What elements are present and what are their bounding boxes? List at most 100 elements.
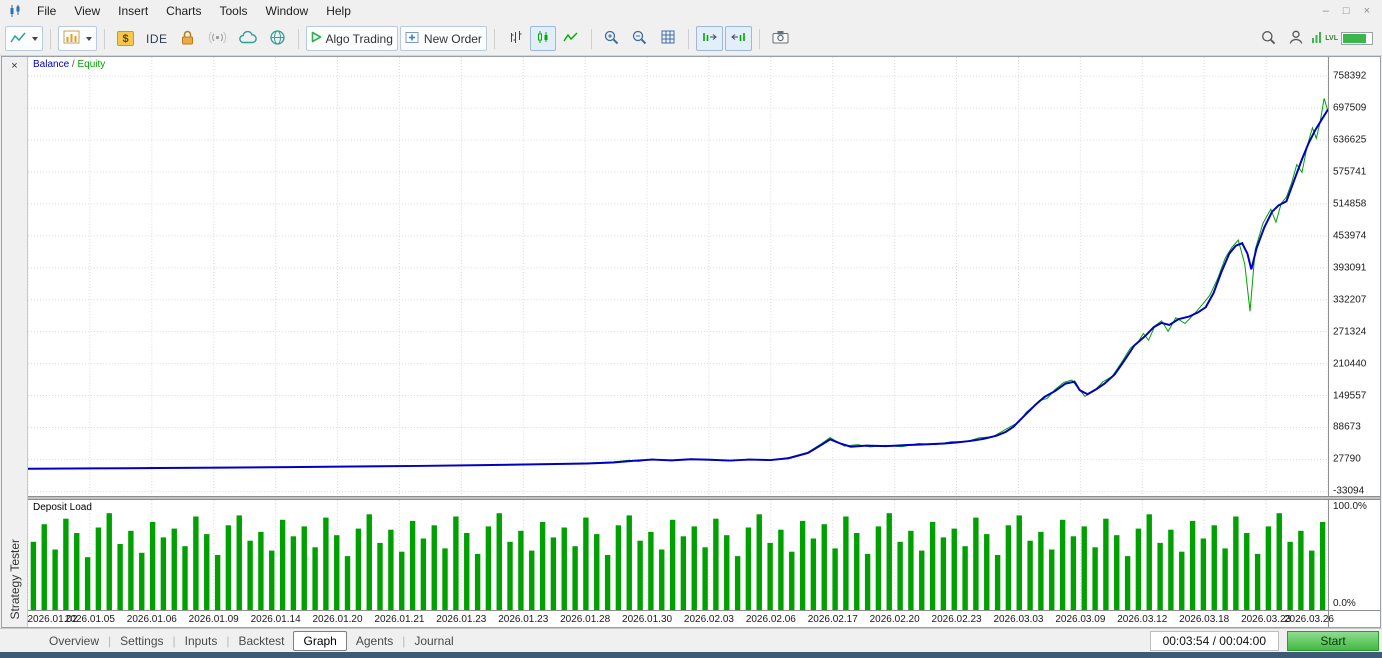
tab-graph[interactable]: Graph bbox=[293, 630, 347, 651]
auto-scroll-button[interactable] bbox=[695, 26, 723, 51]
tester-graph-area: Balance / Equity 758392 697509 636625 57574… bbox=[27, 57, 1380, 627]
x-axis-label: 2026.02.06 bbox=[745, 614, 796, 625]
deposit-bars bbox=[30, 513, 1326, 610]
legend-balance: Balance bbox=[33, 59, 70, 70]
ide-label: IDE bbox=[146, 31, 168, 46]
line-chart-icon bbox=[563, 31, 578, 47]
cloud-button[interactable] bbox=[234, 26, 262, 51]
lock-button[interactable] bbox=[175, 26, 201, 51]
tester-left-strip: × Strategy Tester bbox=[2, 57, 28, 627]
toolbar-separator bbox=[687, 28, 689, 49]
metaeditor-ide-button[interactable]: IDE bbox=[141, 26, 173, 51]
toolbar-separator bbox=[493, 28, 495, 49]
candlestick-mode-button[interactable] bbox=[529, 26, 556, 51]
x-axis-label: 2026.01.14 bbox=[250, 614, 301, 625]
toolbar-separator bbox=[758, 28, 760, 49]
menu-help[interactable]: Help bbox=[317, 2, 360, 20]
menu-charts[interactable]: Charts bbox=[157, 2, 210, 20]
broadcast-icon bbox=[208, 31, 227, 47]
x-axis-label: 2026.01.23 bbox=[436, 614, 487, 625]
chevron-down-icon bbox=[86, 36, 92, 41]
start-button[interactable]: Start bbox=[1287, 630, 1379, 651]
tester-close-button[interactable]: × bbox=[2, 57, 27, 75]
deposit-y-axis: 100.0% 0.0% bbox=[1328, 500, 1380, 610]
x-axis-label: 2026.03.18 bbox=[1179, 614, 1230, 625]
x-axis-label: 2026.03.09 bbox=[1055, 614, 1106, 625]
menu-insert[interactable]: Insert bbox=[109, 2, 157, 20]
balance-line bbox=[28, 108, 1328, 470]
zoom-in-button[interactable] bbox=[599, 26, 625, 51]
zoom-in-icon bbox=[604, 30, 619, 48]
search-button[interactable] bbox=[1255, 26, 1281, 51]
y-axis-label: 332207 bbox=[1333, 294, 1367, 306]
window-controls: – □ × bbox=[1323, 5, 1378, 17]
metatrader-window: File View Insert Charts Tools Window Hel… bbox=[0, 0, 1382, 658]
y-axis-label: 88673 bbox=[1333, 421, 1361, 433]
menu-window[interactable]: Window bbox=[257, 2, 318, 20]
tester-status-area: 00:03:54 / 00:04:00 Start bbox=[1149, 630, 1382, 651]
equity-chart-panel[interactable]: Balance / Equity bbox=[28, 57, 1328, 496]
y-axis-label: 575741 bbox=[1333, 166, 1367, 178]
x-axis-label: 2026.01.20 bbox=[312, 614, 363, 625]
x-axis-label: 2026.02.23 bbox=[931, 614, 982, 625]
tab-backtest[interactable]: Backtest bbox=[229, 632, 293, 650]
connection-level-meter[interactable]: LVL bbox=[1311, 30, 1377, 48]
menu-tools[interactable]: Tools bbox=[211, 2, 257, 20]
chart-template-icon bbox=[63, 30, 80, 47]
signal-bars-icon bbox=[1311, 30, 1322, 48]
deposit-grid-lines bbox=[28, 500, 1328, 610]
chart-template-button[interactable] bbox=[58, 26, 97, 51]
tab-settings[interactable]: Settings bbox=[111, 632, 172, 650]
dollar-icon: $ bbox=[117, 31, 134, 46]
toolbar-separator bbox=[297, 28, 299, 49]
profile-button[interactable] bbox=[1283, 26, 1309, 51]
close-button[interactable]: × bbox=[1364, 5, 1370, 17]
x-axis-label: 2026.01.21 bbox=[374, 614, 425, 625]
chart-grid-lines bbox=[28, 57, 1328, 496]
tab-inputs[interactable]: Inputs bbox=[176, 632, 227, 650]
zoom-out-icon bbox=[632, 30, 647, 48]
y-axis-label: -33094 bbox=[1333, 485, 1365, 497]
level-label: LVL bbox=[1325, 35, 1338, 42]
line-studies-button[interactable] bbox=[5, 26, 43, 51]
x-axis-label: 2026.02.17 bbox=[807, 614, 858, 625]
restore-button[interactable]: □ bbox=[1343, 5, 1350, 17]
candlestick-icon bbox=[536, 30, 550, 47]
y-axis-label: 271324 bbox=[1333, 326, 1367, 338]
chart-shift-button[interactable] bbox=[724, 26, 752, 51]
y-axis-label: 393091 bbox=[1333, 262, 1367, 274]
auto-scroll-icon bbox=[701, 30, 718, 47]
y-axis-label: 453974 bbox=[1333, 230, 1367, 242]
level-progress-fill bbox=[1343, 34, 1366, 43]
new-order-button[interactable]: New Order bbox=[399, 26, 487, 51]
y-axis-label: 758392 bbox=[1333, 70, 1367, 82]
deposit-load-panel[interactable]: Deposit Load bbox=[28, 500, 1328, 610]
x-axis-label: 2026.01.28 bbox=[560, 614, 611, 625]
screenshot-button[interactable] bbox=[767, 26, 794, 51]
algo-trading-button[interactable]: Algo Trading bbox=[305, 26, 398, 51]
x-axis: 2026.01.02 2026.01.05 2026.01.06 2026.01.09… bbox=[27, 610, 1334, 627]
deposit-bars-svg bbox=[28, 500, 1328, 610]
axis-corner bbox=[1328, 610, 1380, 627]
grid-toggle-button[interactable] bbox=[655, 26, 681, 51]
symbols-button[interactable]: $ bbox=[112, 26, 139, 51]
tab-agents[interactable]: Agents bbox=[347, 632, 402, 650]
line-chart-mode-button[interactable] bbox=[558, 26, 584, 51]
tab-overview[interactable]: Overview bbox=[40, 632, 108, 650]
legend-equity: Equity bbox=[77, 59, 106, 70]
minimize-button[interactable]: – bbox=[1323, 5, 1329, 17]
menu-file[interactable]: File bbox=[28, 2, 65, 20]
x-axis-label: 2026.03.26 bbox=[1283, 614, 1335, 625]
y-axis: 758392 697509 636625 575741 514858 453974 3930… bbox=[1328, 57, 1380, 497]
broadcast-button[interactable] bbox=[203, 26, 232, 51]
bar-chart-mode-button[interactable] bbox=[502, 26, 528, 51]
strategy-tester-panel: × Strategy Tester Balance / Equity 75839… bbox=[1, 56, 1381, 628]
tab-journal[interactable]: Journal bbox=[405, 632, 462, 650]
community-button[interactable] bbox=[264, 26, 291, 51]
app-logo-icon bbox=[4, 4, 28, 18]
tester-tab-bar: Overview | Settings | Inputs | Backtest … bbox=[0, 628, 1382, 652]
menu-view[interactable]: View bbox=[65, 2, 109, 20]
x-axis-label: 2026.01.05 bbox=[64, 614, 115, 625]
zoom-out-button[interactable] bbox=[627, 26, 653, 51]
y-axis-label: 514858 bbox=[1333, 198, 1367, 210]
